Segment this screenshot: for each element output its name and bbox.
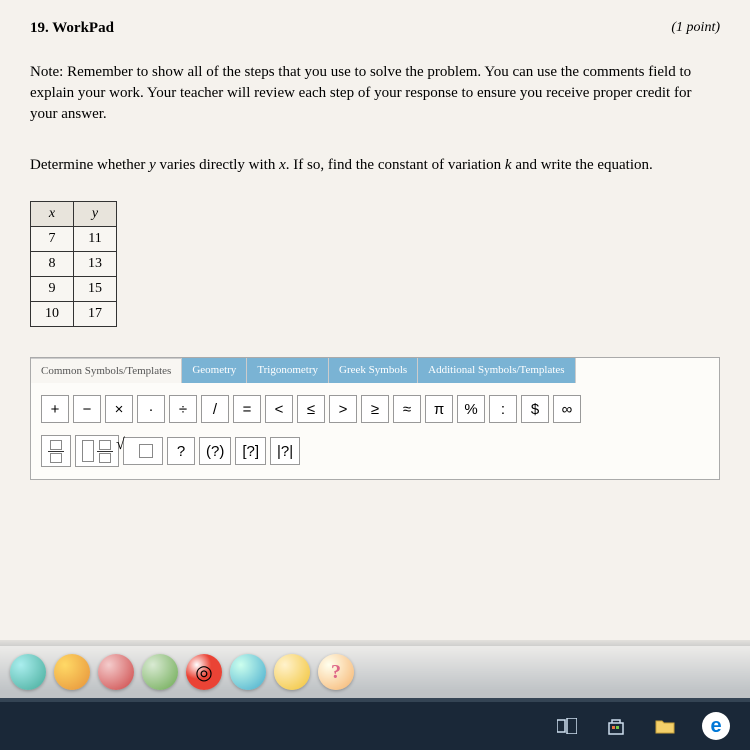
pi-button[interactable]: π [425,395,453,423]
less-equal-button[interactable]: ≤ [297,395,325,423]
editor-tabs: Common Symbols/Templates Geometry Trigon… [31,358,719,383]
dot-button[interactable]: · [137,395,165,423]
dock-app-icon[interactable] [98,654,134,690]
points-label: (1 point) [671,20,720,37]
table-header-row: x y [31,202,117,227]
dock-app-icon[interactable] [274,654,310,690]
table-row: 915 [31,277,117,302]
tab-trigonometry[interactable]: Trigonometry [247,358,329,383]
equation-editor: Common Symbols/Templates Geometry Trigon… [30,357,720,480]
dock-app-icon[interactable] [142,654,178,690]
table-row: 711 [31,227,117,252]
colon-button[interactable]: : [489,395,517,423]
tab-common-symbols[interactable]: Common Symbols/Templates [31,358,182,383]
table-row: 1017 [31,302,117,327]
instruction-note: Note: Remember to show all of the steps … [30,62,720,125]
workpad-page: 19. WorkPad (1 point) Note: Remember to … [0,0,750,640]
less-than-button[interactable]: < [265,395,293,423]
windows-taskbar: e [0,702,750,750]
question-prompt: Determine whether y varies directly with… [30,155,720,176]
dock-target-icon[interactable]: ◎ [186,654,222,690]
dock-help-icon[interactable]: ? [318,654,354,690]
sqrt-template-button[interactable]: √ [123,437,163,465]
col-x: x [31,202,74,227]
col-y: y [74,202,117,227]
percent-button[interactable]: % [457,395,485,423]
tab-geometry[interactable]: Geometry [182,358,247,383]
minus-button[interactable]: − [73,395,101,423]
edge-browser-icon[interactable]: e [702,712,730,740]
store-icon[interactable] [604,714,628,738]
table-row: 813 [31,252,117,277]
dock-app-icon[interactable] [10,654,46,690]
infinity-button[interactable]: ∞ [553,395,581,423]
tab-greek[interactable]: Greek Symbols [329,358,418,383]
question-header: 19. WorkPad (1 point) [30,20,720,37]
approx-button[interactable]: ≈ [393,395,421,423]
dock-app-icon[interactable] [230,654,266,690]
symbol-row-1: + − × · ÷ / = < ≤ > ≥ ≈ π % : $ ∞ [31,383,719,435]
greater-equal-button[interactable]: ≥ [361,395,389,423]
equals-button[interactable]: = [233,395,261,423]
xy-table: x y 711 813 915 1017 [30,201,117,327]
tab-additional[interactable]: Additional Symbols/Templates [418,358,575,383]
task-view-icon[interactable] [555,714,579,738]
divide-button[interactable]: ÷ [169,395,197,423]
mixed-fraction-button[interactable] [75,435,119,467]
dollar-button[interactable]: $ [521,395,549,423]
paren-template-button[interactable]: (?) [199,437,231,465]
greater-than-button[interactable]: > [329,395,357,423]
plus-button[interactable]: + [41,395,69,423]
fraction-template-button[interactable] [41,435,71,467]
question-number: 19. WorkPad [30,20,114,37]
symbol-row-2: √ ? (?) [?] |?| [31,435,719,479]
file-explorer-icon[interactable] [653,714,677,738]
bracket-template-button[interactable]: [?] [235,437,266,465]
multiply-button[interactable]: × [105,395,133,423]
abs-template-button[interactable]: |?| [270,437,300,465]
app-dock: ◎ ? [0,646,750,698]
placeholder-button[interactable]: ? [167,437,195,465]
dock-app-icon[interactable] [54,654,90,690]
slash-button[interactable]: / [201,395,229,423]
